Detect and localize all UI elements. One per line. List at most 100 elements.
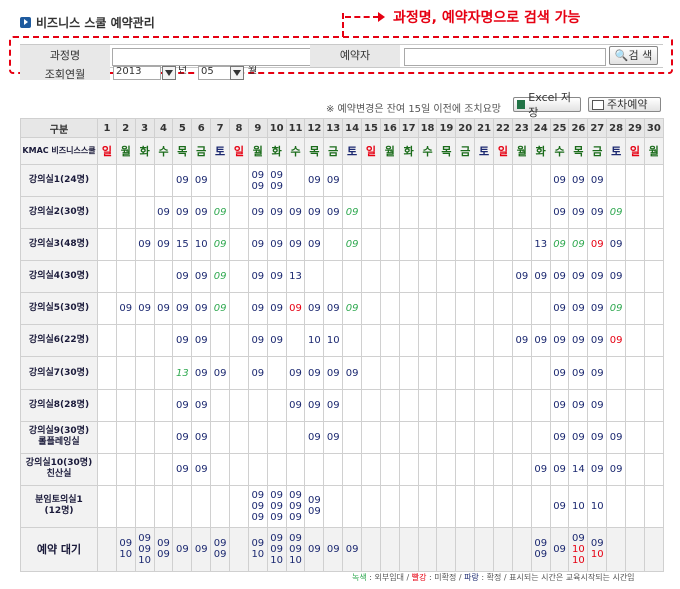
- schedule-cell[interactable]: [455, 356, 476, 390]
- parking-reservation-button[interactable]: 주차예약: [588, 97, 661, 112]
- schedule-cell[interactable]: [266, 420, 287, 454]
- schedule-cell[interactable]: [625, 526, 645, 573]
- schedule-cell[interactable]: [361, 163, 381, 198]
- schedule-cell[interactable]: 09: [304, 292, 325, 326]
- schedule-cell[interactable]: [530, 388, 551, 422]
- schedule-cell[interactable]: 10: [304, 324, 325, 358]
- schedule-cell[interactable]: 09: [266, 196, 287, 230]
- schedule-cell[interactable]: [530, 420, 551, 454]
- schedule-cell[interactable]: [379, 420, 400, 454]
- schedule-cell[interactable]: [379, 388, 400, 422]
- schedule-cell[interactable]: [97, 356, 117, 390]
- schedule-cell[interactable]: [643, 484, 664, 528]
- schedule-cell[interactable]: 10: [323, 324, 344, 358]
- schedule-cell[interactable]: [436, 420, 457, 454]
- schedule-cell[interactable]: [511, 228, 532, 262]
- schedule-cell[interactable]: [474, 452, 495, 486]
- schedule-cell[interactable]: [153, 324, 174, 358]
- schedule-cell[interactable]: [511, 420, 532, 454]
- schedule-cell[interactable]: 09: [549, 292, 570, 326]
- schedule-cell[interactable]: [210, 484, 231, 528]
- schedule-cell[interactable]: [210, 324, 231, 358]
- schedule-cell[interactable]: [285, 420, 306, 454]
- schedule-cell[interactable]: 09: [568, 163, 589, 198]
- schedule-cell[interactable]: [606, 388, 627, 422]
- schedule-cell[interactable]: [266, 452, 287, 486]
- schedule-cell[interactable]: 09: [323, 196, 344, 230]
- schedule-cell[interactable]: 09: [266, 228, 287, 262]
- schedule-cell[interactable]: [323, 484, 344, 528]
- schedule-cell[interactable]: [493, 163, 513, 198]
- schedule-cell[interactable]: [436, 452, 457, 486]
- schedule-cell[interactable]: [417, 196, 438, 230]
- schedule-cell[interactable]: [417, 228, 438, 262]
- schedule-cell[interactable]: 09: [266, 260, 287, 294]
- schedule-cell[interactable]: [436, 228, 457, 262]
- schedule-cell[interactable]: [379, 228, 400, 262]
- schedule-cell[interactable]: 09: [210, 228, 231, 262]
- schedule-cell[interactable]: [455, 452, 476, 486]
- schedule-cell[interactable]: [625, 420, 645, 454]
- schedule-cell[interactable]: [229, 260, 249, 294]
- schedule-cell[interactable]: [379, 356, 400, 390]
- schedule-cell[interactable]: 10: [191, 228, 212, 262]
- schedule-cell[interactable]: 09: [115, 292, 136, 326]
- schedule-cell[interactable]: [398, 388, 419, 422]
- schedule-cell[interactable]: 09: [191, 196, 212, 230]
- schedule-cell[interactable]: 09: [549, 526, 570, 573]
- schedule-cell[interactable]: [323, 452, 344, 486]
- schedule-cell[interactable]: 09: [285, 196, 306, 230]
- schedule-cell[interactable]: [625, 388, 645, 422]
- schedule-cell[interactable]: 09: [247, 324, 268, 358]
- schedule-cell[interactable]: 09 09 10: [266, 526, 287, 573]
- schedule-cell[interactable]: [643, 420, 664, 454]
- schedule-cell[interactable]: [417, 388, 438, 422]
- schedule-cell[interactable]: 09: [530, 452, 551, 486]
- schedule-cell[interactable]: 09: [134, 228, 155, 262]
- schedule-cell[interactable]: [436, 260, 457, 294]
- schedule-cell[interactable]: [266, 356, 287, 390]
- schedule-cell[interactable]: [229, 324, 249, 358]
- schedule-cell[interactable]: 09: [530, 324, 551, 358]
- schedule-cell[interactable]: 09: [587, 292, 608, 326]
- schedule-cell[interactable]: 09: [549, 452, 570, 486]
- schedule-cell[interactable]: [493, 260, 513, 294]
- schedule-cell[interactable]: [323, 260, 344, 294]
- schedule-cell[interactable]: 09: [210, 196, 231, 230]
- schedule-cell[interactable]: [511, 196, 532, 230]
- schedule-cell[interactable]: [606, 356, 627, 390]
- schedule-cell[interactable]: [398, 260, 419, 294]
- schedule-cell[interactable]: [606, 526, 627, 573]
- schedule-cell[interactable]: [361, 324, 381, 358]
- schedule-cell[interactable]: [625, 260, 645, 294]
- schedule-cell[interactable]: [530, 163, 551, 198]
- schedule-cell[interactable]: [436, 292, 457, 326]
- schedule-cell[interactable]: 09: [606, 452, 627, 486]
- schedule-cell[interactable]: [398, 356, 419, 390]
- schedule-cell[interactable]: 09: [247, 292, 268, 326]
- schedule-cell[interactable]: [530, 484, 551, 528]
- schedule-cell[interactable]: [455, 292, 476, 326]
- schedule-cell[interactable]: [436, 196, 457, 230]
- schedule-cell[interactable]: [115, 356, 136, 390]
- schedule-cell[interactable]: [455, 388, 476, 422]
- schedule-cell[interactable]: 09 09: [153, 526, 174, 573]
- schedule-cell[interactable]: 13: [530, 228, 551, 262]
- schedule-cell[interactable]: 09: [587, 260, 608, 294]
- schedule-cell[interactable]: [134, 163, 155, 198]
- schedule-cell[interactable]: [134, 484, 155, 528]
- schedule-cell[interactable]: [417, 260, 438, 294]
- schedule-cell[interactable]: 09: [323, 420, 344, 454]
- schedule-cell[interactable]: 09: [549, 228, 570, 262]
- schedule-cell[interactable]: [398, 420, 419, 454]
- schedule-cell[interactable]: 09: [153, 228, 174, 262]
- schedule-cell[interactable]: 09: [172, 292, 193, 326]
- schedule-cell[interactable]: [97, 526, 117, 573]
- schedule-cell[interactable]: [474, 260, 495, 294]
- schedule-cell[interactable]: [229, 484, 249, 528]
- schedule-cell[interactable]: [361, 260, 381, 294]
- schedule-cell[interactable]: [361, 484, 381, 528]
- schedule-cell[interactable]: [625, 452, 645, 486]
- schedule-cell[interactable]: [417, 484, 438, 528]
- schedule-cell[interactable]: [474, 526, 495, 573]
